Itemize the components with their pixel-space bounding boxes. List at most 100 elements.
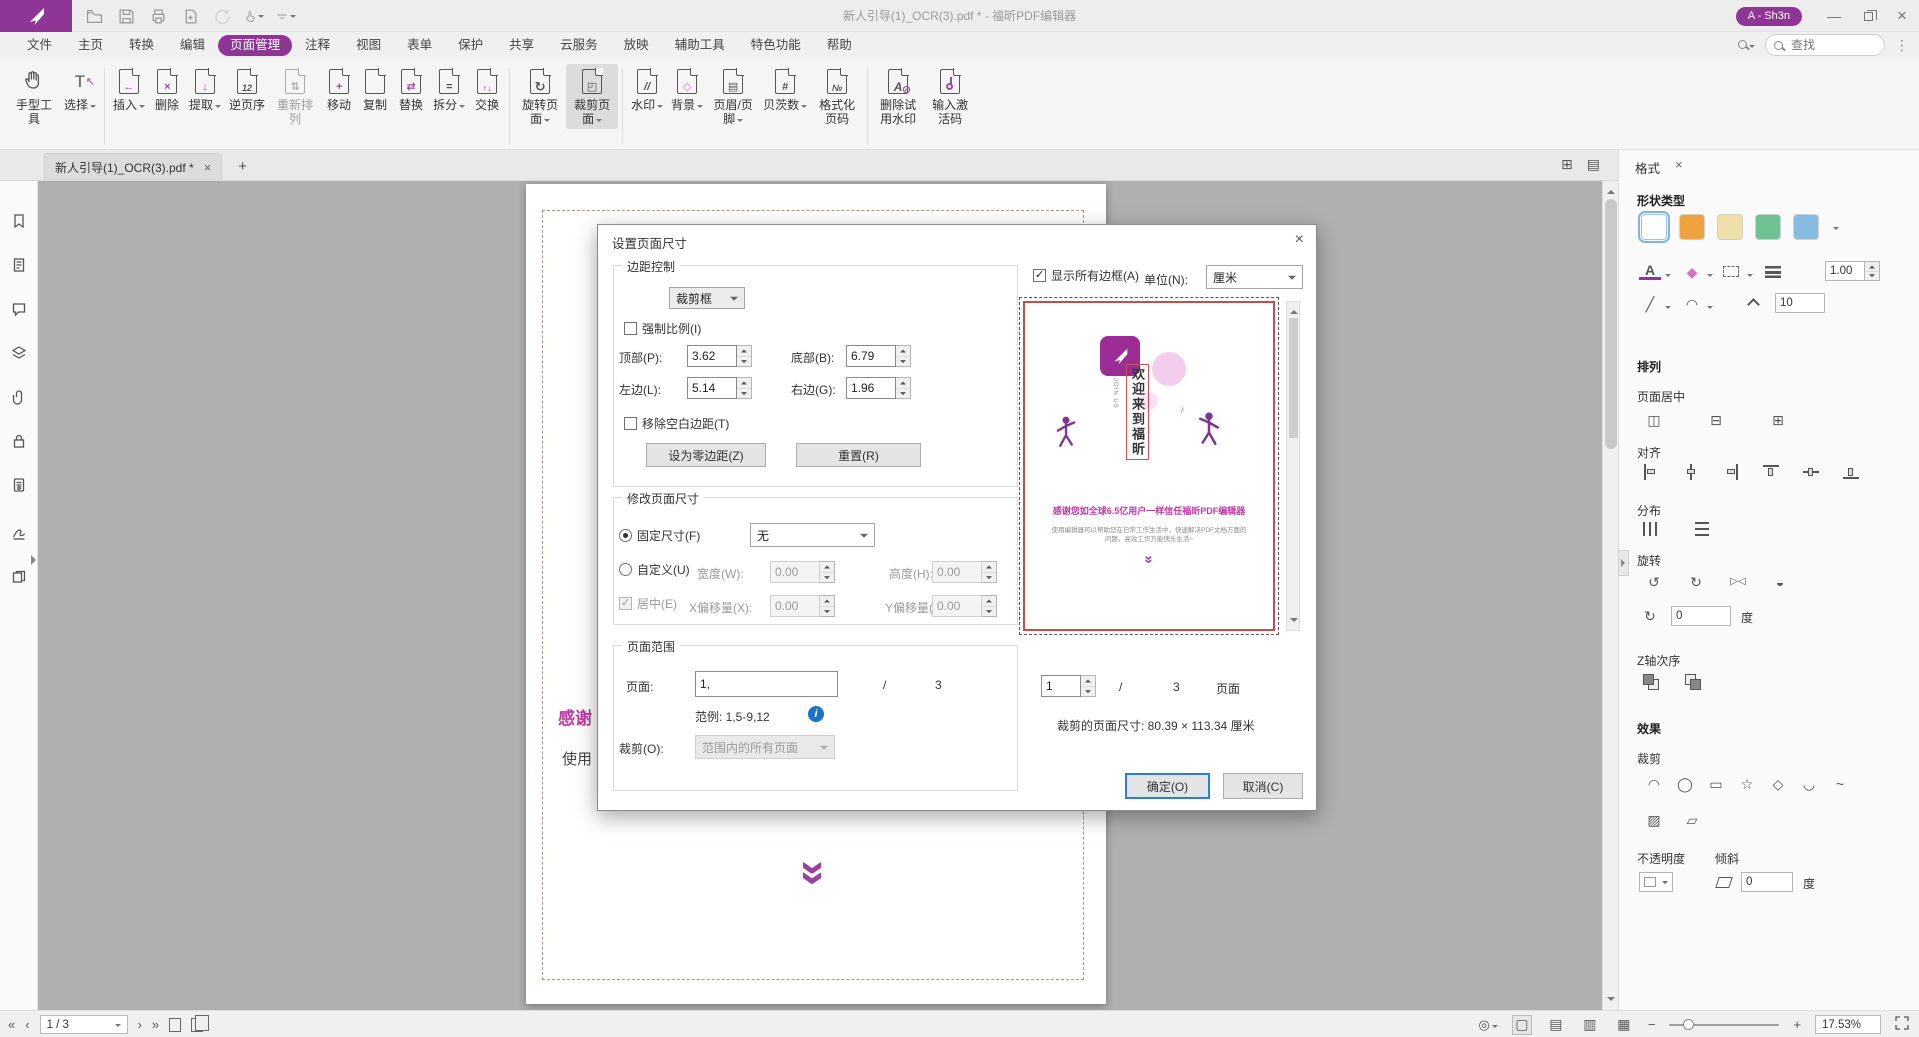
menu-accessibility[interactable]: 辅助工具	[662, 35, 738, 55]
canvas-scrollbar[interactable]	[1602, 181, 1618, 1010]
remove-white-margins-checkbox[interactable]: 移除空白边距(T)	[624, 415, 729, 432]
app-logo[interactable]	[0, 0, 72, 32]
attachments-panel-icon[interactable]	[9, 387, 29, 407]
document-tab[interactable]: 新人引导(1)_OCR(3).pdf * ×	[44, 153, 222, 180]
facing-view-icon[interactable]: ▥	[1580, 1015, 1600, 1035]
print-icon[interactable]	[148, 6, 168, 26]
corner-radius-input[interactable]	[1775, 293, 1825, 313]
menu-comment[interactable]: 注释	[292, 35, 343, 55]
scroll-up-icon[interactable]	[1607, 186, 1615, 194]
ribbon-reverse-order-button[interactable]: 12 逆页序	[225, 64, 269, 115]
align-middle-vertical-icon[interactable]	[1803, 464, 1819, 480]
save-icon[interactable]	[116, 6, 136, 26]
page-thumbnails-icon[interactable]	[9, 255, 29, 275]
line-style-icon[interactable]: ╱	[1639, 294, 1661, 314]
tab-close-icon[interactable]: ×	[204, 160, 212, 175]
scroll-up-icon[interactable]	[1290, 306, 1298, 314]
swatch-more-icon[interactable]	[1833, 227, 1839, 233]
menu-view[interactable]: 视图	[343, 35, 394, 55]
rotate-ccw-icon[interactable]: ↺	[1643, 572, 1665, 592]
next-page-icon[interactable]: ›	[138, 1017, 142, 1032]
scroll-down-icon[interactable]	[1607, 997, 1615, 1005]
search-input[interactable]	[1789, 37, 1869, 53]
minimize-button[interactable]: —	[1817, 0, 1851, 32]
ribbon-header-footer-button[interactable]: ▤ 页眉/页脚	[707, 64, 759, 129]
crop-rect-icon[interactable]: ▭	[1705, 774, 1727, 794]
search-options-icon[interactable]	[1738, 38, 1755, 52]
bookmarks-panel-icon[interactable]	[9, 211, 29, 231]
center-both-icon[interactable]: ⊞	[1767, 410, 1789, 430]
center-horizontal-icon[interactable]: ◫	[1643, 410, 1665, 430]
standards-panel-icon[interactable]	[9, 475, 29, 495]
digital-signature-panel-icon[interactable]	[9, 523, 29, 543]
ribbon-bates-number-button[interactable]: # 贝茨数	[759, 64, 811, 115]
right-margin-input[interactable]	[846, 377, 896, 399]
spinner-buttons[interactable]	[1081, 675, 1096, 697]
last-page-icon[interactable]: »	[152, 1017, 159, 1032]
page-range-input[interactable]	[695, 671, 838, 697]
menu-share[interactable]: 共享	[496, 35, 547, 55]
more-options-icon[interactable]: ⋮	[1895, 37, 1909, 54]
close-button[interactable]: ×	[1885, 0, 1919, 32]
format-tab[interactable]: 格式	[1635, 158, 1660, 177]
rotate-angle-icon[interactable]: ↻	[1639, 606, 1661, 626]
ribbon-select-button[interactable]: T↖ 选择	[60, 64, 100, 115]
fixed-size-dropdown[interactable]: 无	[750, 523, 875, 547]
send-to-back-icon[interactable]	[1685, 674, 1701, 690]
panel-close-icon[interactable]: ×	[1675, 157, 1683, 172]
zoom-out-icon[interactable]: −	[1648, 1017, 1656, 1032]
ribbon-watermark-button[interactable]: // 水印	[627, 64, 667, 115]
crop-curve-icon[interactable]: ◡	[1798, 774, 1820, 794]
crop-pattern-icon[interactable]: ▨	[1643, 810, 1665, 830]
opacity-dropdown[interactable]	[1639, 872, 1673, 892]
menu-file[interactable]: 文件	[14, 35, 65, 55]
zoom-slider[interactable]	[1669, 1024, 1779, 1026]
skew-icon[interactable]	[1715, 877, 1733, 888]
caret-down-icon[interactable]	[1747, 274, 1753, 280]
menu-special-features[interactable]: 特色功能	[738, 35, 814, 55]
custom-size-radio[interactable]: 自定义(U)	[619, 561, 690, 578]
ribbon-background-button[interactable]: ◇ 背景	[667, 64, 707, 115]
align-bottom-icon[interactable]	[1843, 464, 1859, 480]
align-center-horizontal-icon[interactable]	[1683, 464, 1699, 480]
caret-down-icon[interactable]	[1707, 274, 1713, 280]
menu-page-management[interactable]: 页面管理	[218, 35, 292, 56]
bring-to-front-icon[interactable]	[1643, 674, 1659, 690]
flip-horizontal-icon[interactable]: ▷◁	[1727, 572, 1749, 592]
touch-mode-icon[interactable]	[244, 6, 264, 26]
distribute-vertical-icon[interactable]	[1695, 522, 1709, 536]
align-left-icon[interactable]	[1643, 464, 1659, 480]
crop-star-icon[interactable]: ☆	[1736, 774, 1758, 794]
ribbon-rotate-pages-button[interactable]: ↻ 旋转页面	[514, 64, 566, 129]
first-page-icon[interactable]: «	[8, 1017, 15, 1032]
preview-page-input[interactable]	[1041, 675, 1081, 697]
continuous-view-icon[interactable]: ▤	[1546, 1015, 1566, 1035]
crop-parallelogram-icon[interactable]: ▱	[1681, 810, 1703, 830]
layers-panel-icon[interactable]	[9, 343, 29, 363]
security-panel-icon[interactable]	[9, 431, 29, 451]
distribute-horizontal-icon[interactable]	[1643, 522, 1657, 536]
zoom-in-icon[interactable]: +	[1793, 1017, 1801, 1032]
open-file-icon[interactable]	[84, 6, 104, 26]
line-weight-icon[interactable]	[1765, 266, 1781, 278]
info-icon[interactable]: i	[808, 706, 824, 722]
menu-home[interactable]: 主页	[65, 35, 116, 55]
zoom-level[interactable]: 17.53%	[1815, 1015, 1881, 1034]
fixed-size-radio[interactable]: 固定尺寸(F)	[619, 527, 700, 544]
border-style-icon[interactable]	[1723, 266, 1739, 277]
ribbon-split-button[interactable]: = 拆分	[429, 64, 469, 115]
spinner-buttons[interactable]	[737, 345, 752, 367]
rotate-view-icon[interactable]: ◎	[1478, 1017, 1497, 1033]
skew-input[interactable]	[1741, 872, 1793, 892]
continuous-facing-view-icon[interactable]: ▦	[1614, 1015, 1634, 1035]
bottom-margin-input[interactable]	[846, 345, 896, 367]
left-margin-input[interactable]	[687, 377, 737, 399]
shape-swatch-blue[interactable]	[1793, 214, 1819, 240]
set-zero-margin-button[interactable]: 设为零边距(Z)	[646, 443, 766, 467]
ribbon-crop-pages-button[interactable]: ◰ 裁剪页面	[566, 64, 618, 129]
account-badge[interactable]: A - Sh3n	[1736, 7, 1802, 26]
flip-vertical-icon[interactable]: ◒	[1769, 572, 1791, 592]
restore-button[interactable]	[1851, 0, 1885, 32]
menu-form[interactable]: 表单	[394, 35, 445, 55]
ribbon-hand-tool-button[interactable]: 手型工具	[8, 64, 60, 129]
